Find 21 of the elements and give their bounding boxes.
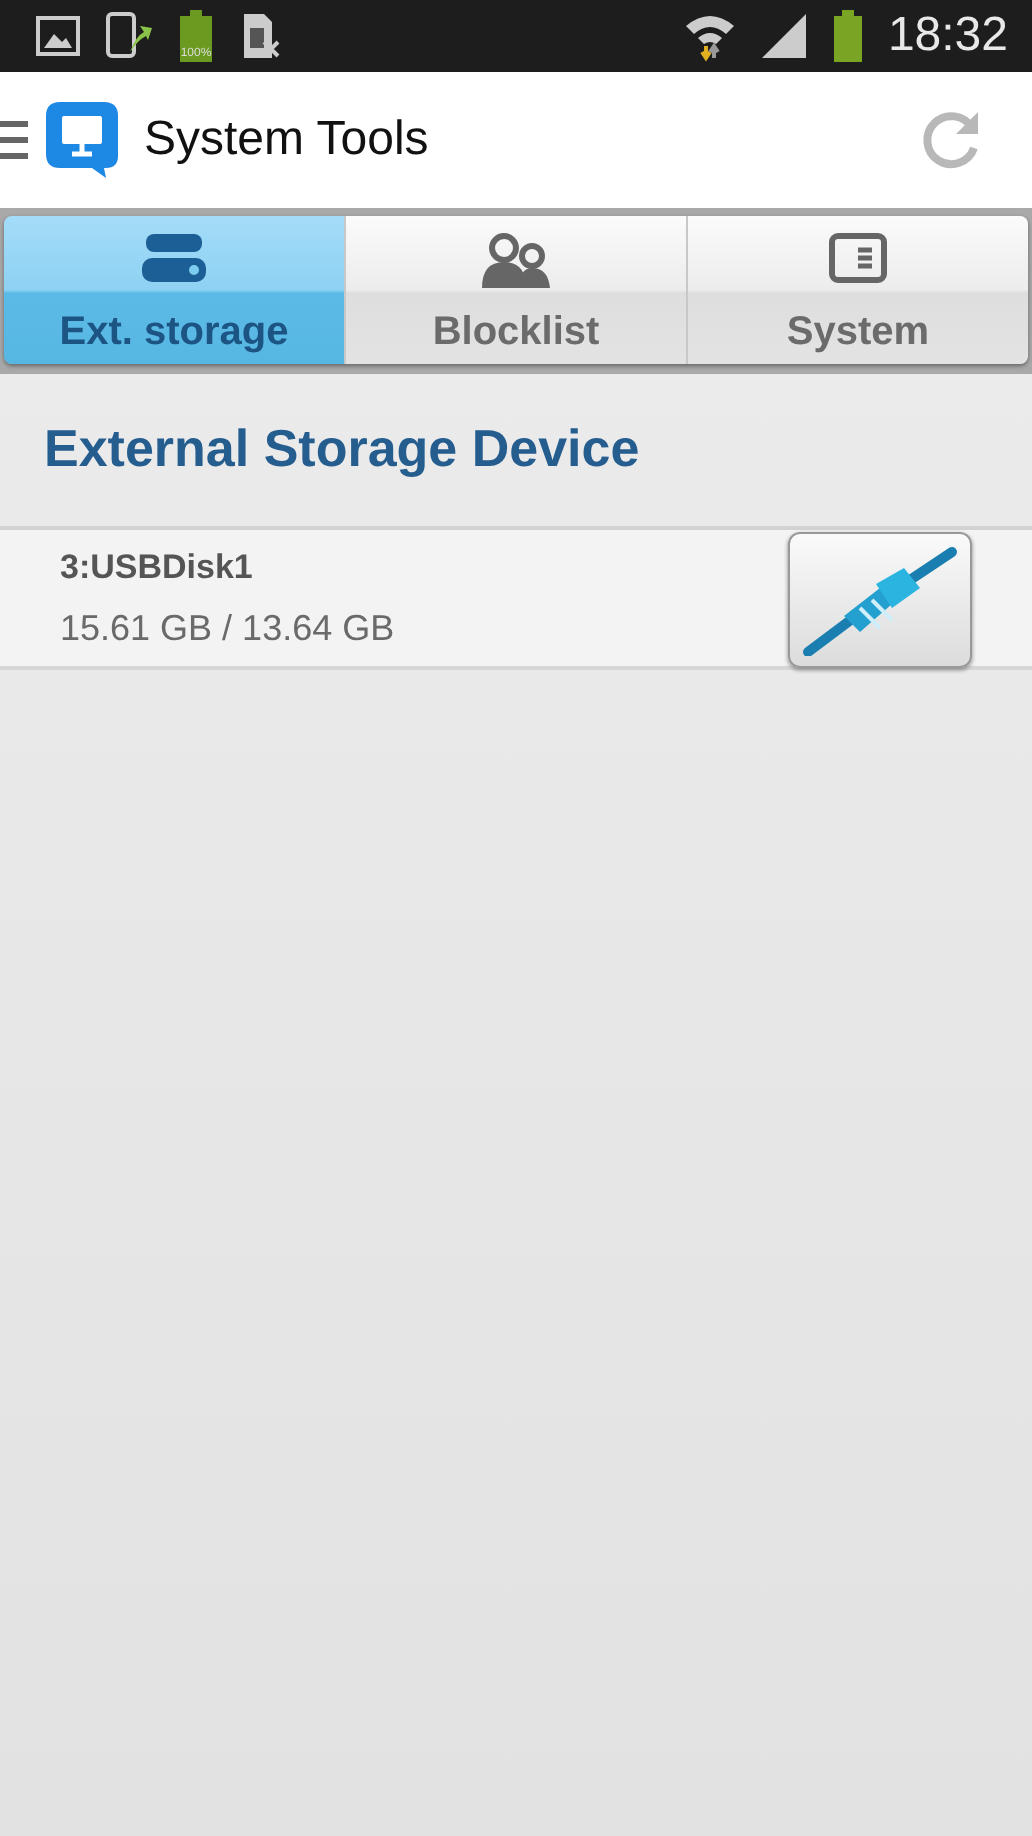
device-name: 3:USBDisk1: [60, 548, 255, 588]
section-heading: External Storage Device: [44, 418, 640, 478]
app-title: System Tools: [144, 112, 431, 168]
signal-icon: [759, 12, 808, 60]
tab[interactable]: Ext. storage: [4, 216, 346, 364]
people-icon: [480, 232, 552, 288]
tab[interactable]: Blocklist: [346, 216, 688, 364]
battery-icon: [831, 10, 864, 62]
picture-icon: [36, 16, 80, 56]
storage-drive-icon: [140, 232, 208, 284]
window-list-icon: [828, 232, 888, 284]
tab[interactable]: System: [688, 216, 1028, 364]
clock: 18:32: [887, 8, 1008, 64]
wifi-icon: [683, 10, 736, 62]
phone-upload-icon: [104, 12, 152, 60]
app-logo-icon: [44, 100, 120, 180]
battery-icon: [176, 10, 216, 62]
device-capacity: 15.61 GB / 13.64 GB: [60, 608, 397, 650]
sim-card-icon: [240, 12, 280, 60]
eject-button[interactable]: [788, 531, 972, 667]
menu-button[interactable]: [0, 118, 28, 162]
